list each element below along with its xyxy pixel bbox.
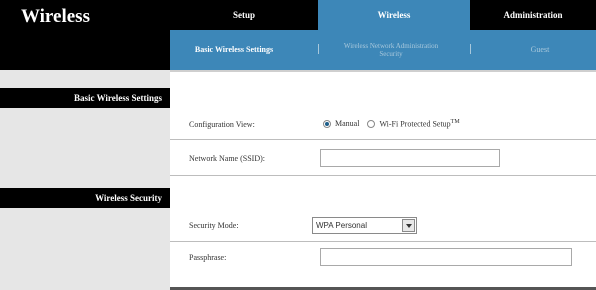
manual-radio[interactable] xyxy=(323,119,331,128)
security-mode-select[interactable]: WPA Personal xyxy=(312,217,417,234)
manual-radio-label: Manual xyxy=(335,119,360,129)
tab-wireless[interactable]: Wireless xyxy=(318,0,470,30)
network-name-input[interactable] xyxy=(320,149,500,167)
section-basic-wireless-settings: Basic Wireless Settings xyxy=(0,88,170,108)
wps-radio[interactable] xyxy=(367,119,376,128)
security-mode-value: WPA Personal xyxy=(316,221,367,230)
brand-header: Wireless xyxy=(0,0,170,70)
tab-administration[interactable]: Administration xyxy=(470,0,596,30)
settings-panel: Configuration View: Manual Wi-Fi Protect… xyxy=(170,70,596,290)
chevron-down-icon[interactable] xyxy=(402,219,415,232)
section-wireless-security: Wireless Security xyxy=(0,188,170,208)
subtab-basic-wireless-settings[interactable]: Basic Wireless Settings xyxy=(170,30,298,70)
subtab-divider xyxy=(470,44,471,54)
subtab-guest[interactable]: Guest xyxy=(510,30,570,70)
configuration-view-label: Configuration View: xyxy=(189,120,255,129)
subtab-divider xyxy=(318,44,319,54)
tab-setup[interactable]: Setup xyxy=(170,0,318,30)
network-name-label: Network Name (SSID): xyxy=(189,154,265,163)
page-title: Wireless xyxy=(21,6,90,27)
sub-tabs: Basic Wireless Settings Wireless Network… xyxy=(170,30,596,70)
row-divider xyxy=(170,139,596,140)
main-tabs: Setup Wireless Administration xyxy=(170,0,596,30)
configuration-view-radio-group: Manual Wi-Fi Protected SetupTM xyxy=(323,119,468,129)
wps-radio-label: Wi-Fi Protected SetupTM xyxy=(379,119,460,129)
passphrase-label: Passphrase: xyxy=(189,253,227,262)
row-divider xyxy=(170,175,596,176)
passphrase-input[interactable] xyxy=(320,248,572,266)
security-mode-label: Security Mode: xyxy=(189,221,239,230)
panel-top-border xyxy=(170,70,596,72)
row-divider xyxy=(170,241,596,242)
subtab-wireless-network-security[interactable]: Wireless Network Administration Security xyxy=(332,30,450,70)
